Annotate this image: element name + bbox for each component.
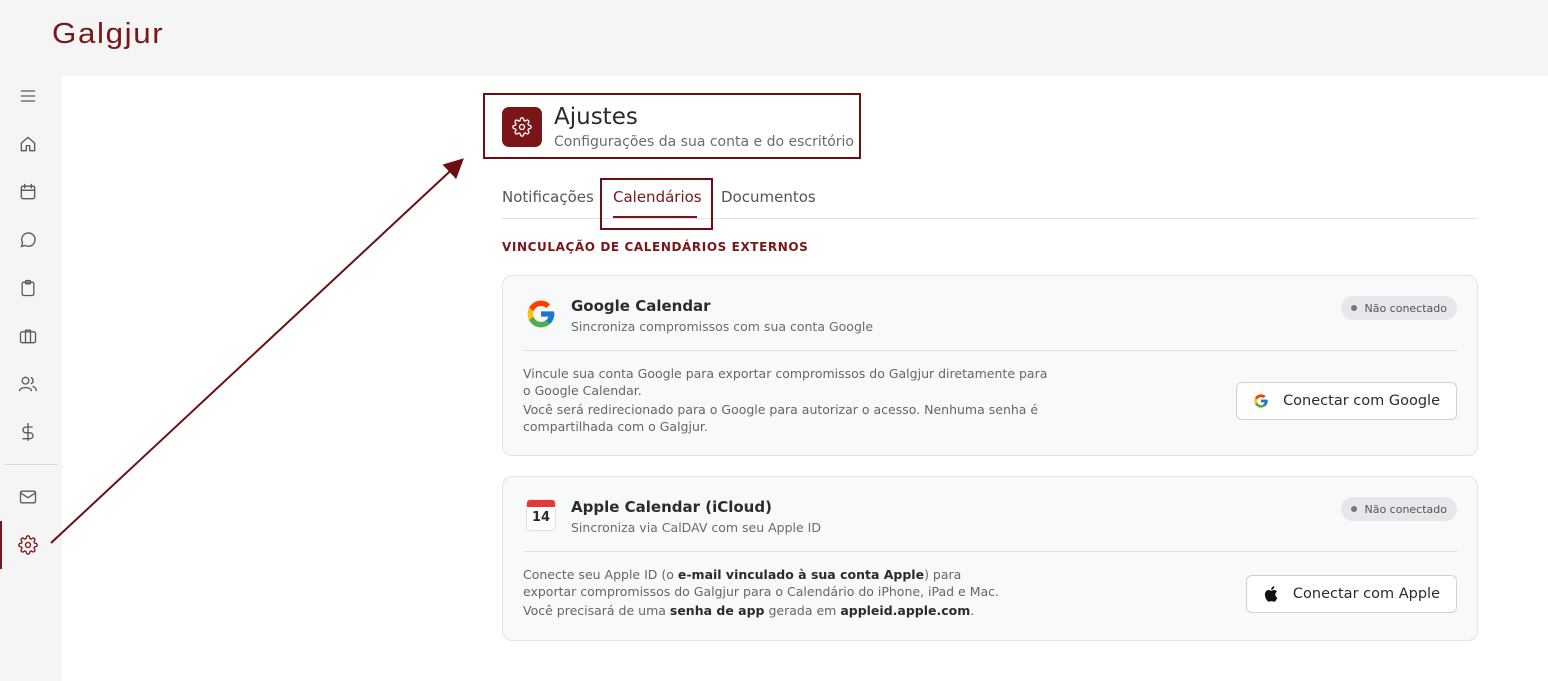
tab-notificacoes[interactable]: Notificações <box>502 188 594 206</box>
tab-documentos[interactable]: Documentos <box>721 188 816 206</box>
calendar-day-number: 14 <box>531 510 551 525</box>
sidebar <box>0 76 62 681</box>
apple-calendar-card: 14 Apple Calendar (iCloud) Sincroniza vi… <box>502 476 1478 641</box>
google-desc-line-2: Você será redirecionado para o Google pa… <box>523 402 1039 434</box>
sidebar-item-settings[interactable] <box>0 521 62 569</box>
apple-desc-line-1: Conecte seu Apple ID (o e-mail vinculado… <box>523 567 999 599</box>
sidebar-item-home[interactable] <box>0 120 62 168</box>
google-status-text: Não conectado <box>1364 301 1447 315</box>
connect-apple-label: Conectar com Apple <box>1292 586 1440 602</box>
sidebar-divider <box>4 464 57 465</box>
home-icon <box>20 136 36 152</box>
dollar-icon <box>22 423 34 441</box>
chat-icon <box>20 232 36 248</box>
apple-card-title: Apple Calendar (iCloud) <box>571 498 772 516</box>
sidebar-item-finance[interactable] <box>0 408 62 456</box>
apple-status-text: Não conectado <box>1364 502 1447 516</box>
calendar-icon <box>20 183 36 200</box>
mail-icon <box>19 490 37 504</box>
gear-icon <box>18 535 38 555</box>
status-dot-icon <box>1351 506 1358 512</box>
sidebar-item-calendar[interactable] <box>0 168 62 216</box>
sidebar-item-clients[interactable] <box>0 360 62 408</box>
google-card-subtitle: Sincroniza compromissos com sua conta Go… <box>571 319 874 334</box>
google-icon <box>523 296 559 332</box>
annotation-highlight-tab <box>600 178 713 230</box>
apple-card-subtitle: Sincroniza via CalDAV com seu Apple ID <box>571 520 821 535</box>
google-desc-line-1: Vincule sua conta Google para exportar c… <box>523 366 1048 398</box>
menu-icon <box>20 90 36 102</box>
apple-card-description: Conecte seu Apple ID (o e-mail vinculado… <box>523 567 1013 620</box>
connect-apple-button[interactable]: Conectar com Apple <box>1245 575 1457 613</box>
sidebar-item-mail[interactable] <box>0 473 62 521</box>
main-content: Ajustes Configurações da sua conta e do … <box>62 76 1548 681</box>
card-divider <box>523 551 1457 552</box>
section-title: VINCULAÇÃO DE CALENDÁRIOS EXTERNOS <box>502 240 809 254</box>
sidebar-item-chat[interactable] <box>0 216 62 264</box>
annotation-highlight-header <box>483 93 861 159</box>
app-logo[interactable]: Galgjur <box>52 18 164 51</box>
top-bar: Galgjur <box>0 0 1548 76</box>
connect-google-button[interactable]: Conectar com Google <box>1236 382 1457 420</box>
apple-desc-line-2: Você precisará de uma senha de app gerad… <box>523 603 975 618</box>
sidebar-item-clipboard[interactable] <box>0 264 62 312</box>
apple-status-badge: Não conectado <box>1341 497 1457 521</box>
menu-toggle-button[interactable] <box>0 72 62 120</box>
google-icon <box>1253 393 1269 409</box>
connect-google-label: Conectar com Google <box>1283 393 1440 409</box>
apple-logo-icon <box>1263 586 1279 602</box>
google-card-title: Google Calendar <box>571 297 711 315</box>
briefcase-icon <box>19 329 37 344</box>
google-status-badge: Não conectado <box>1341 296 1457 320</box>
sidebar-item-cases[interactable] <box>0 312 62 360</box>
status-dot-icon <box>1351 305 1358 311</box>
google-calendar-card: Google Calendar Sincroniza compromissos … <box>502 275 1478 456</box>
users-icon <box>19 376 37 392</box>
apple-calendar-icon: 14 <box>523 497 559 533</box>
google-card-description: Vincule sua conta Google para exportar c… <box>523 366 1053 435</box>
clipboard-icon <box>21 279 35 297</box>
card-divider <box>523 350 1457 351</box>
